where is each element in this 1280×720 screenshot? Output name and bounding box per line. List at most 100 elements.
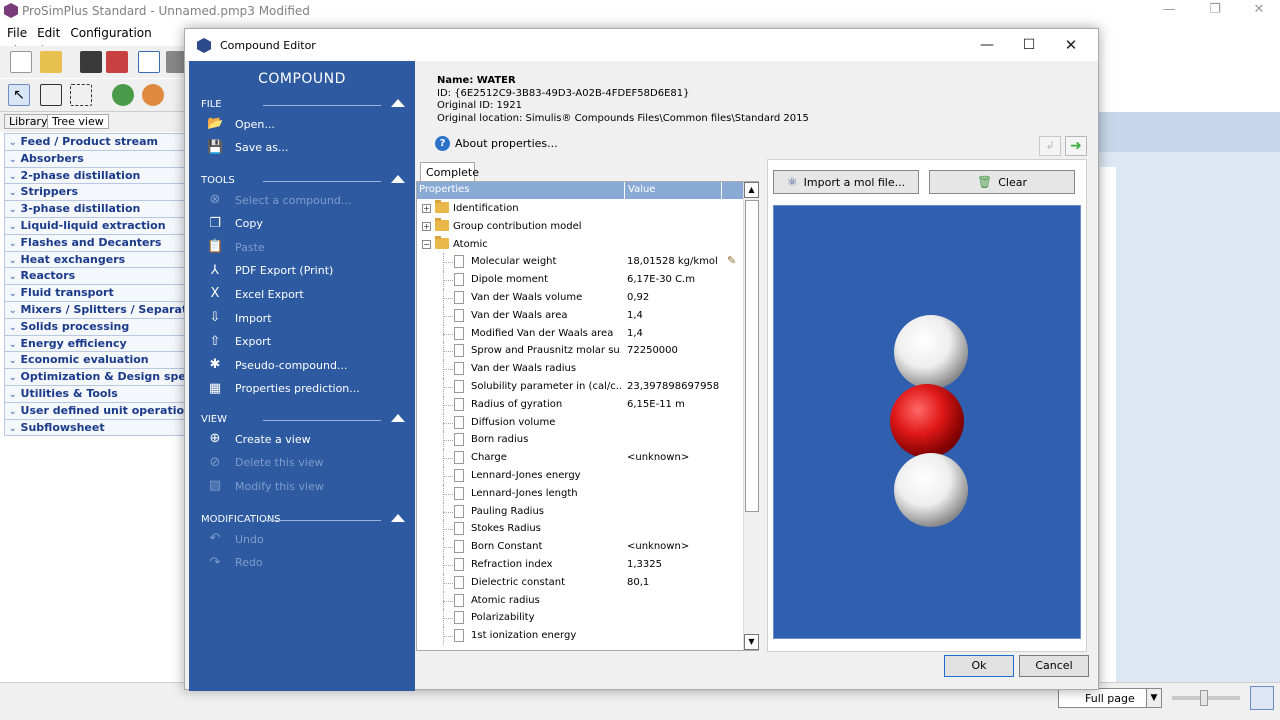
property-row[interactable]: Sprow and Prausnitz molar su... 72250000 [417, 342, 743, 361]
expand-icon[interactable]: + [422, 204, 431, 213]
collapse-icon[interactable]: − [422, 239, 431, 249]
menu-configuration[interactable]: Configuration [63, 22, 154, 40]
property-value[interactable]: 1,4 [627, 328, 722, 339]
grid-scrollbar[interactable]: ▲ ▼ [743, 182, 759, 650]
side-item[interactable]: ▦ Properties prediction... [207, 379, 360, 399]
zoom-slider[interactable] [1172, 690, 1240, 706]
about-properties-link[interactable]: ? About properties... [435, 135, 558, 151]
library-item[interactable]: ⌄ Flashes and Decanters [4, 233, 190, 252]
collapse-arrow-icon[interactable] [391, 514, 405, 522]
info-icon[interactable] [138, 51, 160, 73]
side-section-file[interactable]: FILE [201, 99, 405, 110]
library-item[interactable]: ⌄ Solids processing [4, 317, 190, 336]
expand-icon[interactable]: + [422, 221, 431, 231]
forward-arrow-icon[interactable]: ➜ [1065, 136, 1087, 156]
edit-wand-icon[interactable]: ✎ [727, 254, 736, 267]
molecule-3d-view[interactable] [773, 205, 1081, 639]
minimize-button[interactable]: — [967, 33, 1007, 57]
property-value[interactable]: 0,92 [627, 292, 722, 303]
column-header-properties[interactable]: Properties [419, 184, 470, 195]
open-folder-icon[interactable] [40, 51, 62, 73]
scroll-up-icon[interactable]: ▲ [744, 182, 759, 198]
library-item[interactable]: ⌄ Heat exchangers [4, 250, 190, 269]
property-value[interactable]: 1,3325 [627, 559, 722, 570]
side-item[interactable]: X Excel Export [207, 284, 304, 304]
group-row[interactable]: − Atomic [417, 235, 743, 254]
library-item[interactable]: ⌄ Energy efficiency [4, 334, 190, 353]
menu-file[interactable]: File [0, 22, 30, 40]
side-section-tools[interactable]: TOOLS [201, 175, 405, 186]
thermo-icon[interactable] [142, 84, 164, 106]
side-section-view[interactable]: VIEW [201, 414, 405, 425]
property-row[interactable]: Molecular weight 18,01528 kg/kmol ✎ [417, 253, 743, 272]
side-item[interactable]: ⇧ Export [207, 332, 271, 352]
property-row[interactable]: Born radius [417, 431, 743, 450]
library-item[interactable]: ⌄ Subflowsheet [4, 418, 190, 437]
import-mol-file-button[interactable]: ⚛ Import a mol file... [773, 170, 919, 194]
property-row[interactable]: Stokes Radius [417, 520, 743, 539]
close-button[interactable]: ✕ [1051, 33, 1091, 57]
property-value[interactable]: 80,1 [627, 577, 722, 588]
app-close-button[interactable]: ✕ [1236, 0, 1280, 22]
property-row[interactable]: Modified Van der Waals area 1,4 [417, 324, 743, 343]
property-value[interactable]: <unknown> [627, 541, 722, 552]
ok-button[interactable]: Ok [944, 655, 1014, 677]
menu-edit[interactable]: Edit [30, 22, 63, 40]
maximize-button[interactable]: ☐ [1009, 33, 1049, 57]
stream-icon[interactable] [40, 84, 62, 106]
library-item[interactable]: ⌄ Economic evaluation [4, 351, 190, 370]
property-value[interactable]: 23,397898697958 [627, 381, 722, 392]
property-row[interactable]: Solubility parameter in (cal/c... 23,3978… [417, 378, 743, 396]
side-item[interactable]: ❐ Copy [207, 214, 263, 234]
clear-button[interactable]: 🗑 Clear [929, 170, 1075, 194]
property-value[interactable]: <unknown> [627, 452, 722, 463]
library-item[interactable]: ⌄ 3-phase distillation [4, 200, 190, 218]
flowsheet-area[interactable] [1098, 112, 1280, 682]
tab-library[interactable]: Library [4, 114, 53, 129]
library-item[interactable]: ⌄ Utilities & Tools [4, 384, 190, 403]
energy-stream-icon[interactable] [70, 84, 92, 106]
new-file-icon[interactable] [10, 51, 32, 73]
property-value[interactable]: 1,4 [627, 310, 722, 321]
property-row[interactable]: Van der Waals area 1,4 [417, 306, 743, 325]
side-item[interactable]: 💾 Save as... [207, 138, 288, 158]
library-item[interactable]: ⌄ 2-phase distillation [4, 166, 190, 185]
property-value[interactable]: 6,15E-11 m [627, 399, 722, 410]
cancel-button[interactable]: Cancel [1019, 655, 1089, 677]
collapse-arrow-icon[interactable] [391, 99, 405, 107]
library-item[interactable]: ⌄ Strippers [4, 183, 190, 202]
library-item[interactable]: ⌄ Mixers / Splitters / Separators [4, 300, 190, 319]
library-item[interactable]: ⌄ Liquid-liquid extraction [4, 216, 190, 235]
property-value[interactable]: 18,01528 kg/kmol [627, 256, 722, 267]
tab-tree-view[interactable]: Tree view [47, 114, 109, 129]
tab-complete[interactable]: Complete [420, 162, 479, 181]
property-row[interactable]: Refraction index 1,3325 [417, 556, 743, 574]
property-row[interactable]: Lennard-Jones energy [417, 467, 743, 485]
property-value[interactable]: 6,17E-30 C.m [627, 274, 722, 285]
property-row[interactable]: Charge <unknown> [417, 449, 743, 467]
side-item[interactable]: ⇩ Import [207, 308, 272, 328]
scroll-thumb[interactable] [745, 200, 759, 512]
collapse-arrow-icon[interactable] [391, 175, 405, 183]
library-item[interactable]: ⌄ Fluid transport [4, 284, 190, 302]
side-section-modifications[interactable]: MODIFICATIONS [201, 514, 405, 525]
property-row[interactable]: Dielectric constant 80,1 [417, 573, 743, 592]
column-header-value[interactable]: Value [624, 182, 658, 199]
side-item[interactable]: ⅄ PDF Export (Print) [207, 261, 333, 281]
save-icon[interactable] [80, 51, 102, 73]
group-row[interactable]: + Group contribution model [417, 217, 743, 236]
property-row[interactable]: Pauling Radius [417, 502, 743, 521]
property-row[interactable]: Dipole moment 6,17E-30 C.m [417, 271, 743, 289]
property-row[interactable]: Van der Waals volume 0,92 [417, 289, 743, 307]
property-row[interactable]: Polarizability [417, 609, 743, 628]
property-value[interactable]: 72250000 [627, 345, 722, 356]
compounds-icon[interactable] [112, 84, 134, 106]
zoom-mode-select[interactable]: Full page [1058, 688, 1160, 708]
property-row[interactable]: Van der Waals radius [417, 360, 743, 378]
library-item[interactable]: ⌄ Absorbers [4, 149, 190, 168]
property-row[interactable]: Diffusion volume [417, 413, 743, 432]
fit-to-window-icon[interactable] [1250, 686, 1274, 710]
pointer-icon[interactable]: ↖ [8, 84, 30, 106]
side-item[interactable]: 📂 Open... [207, 114, 275, 134]
app-minimize-button[interactable]: — [1146, 0, 1192, 22]
